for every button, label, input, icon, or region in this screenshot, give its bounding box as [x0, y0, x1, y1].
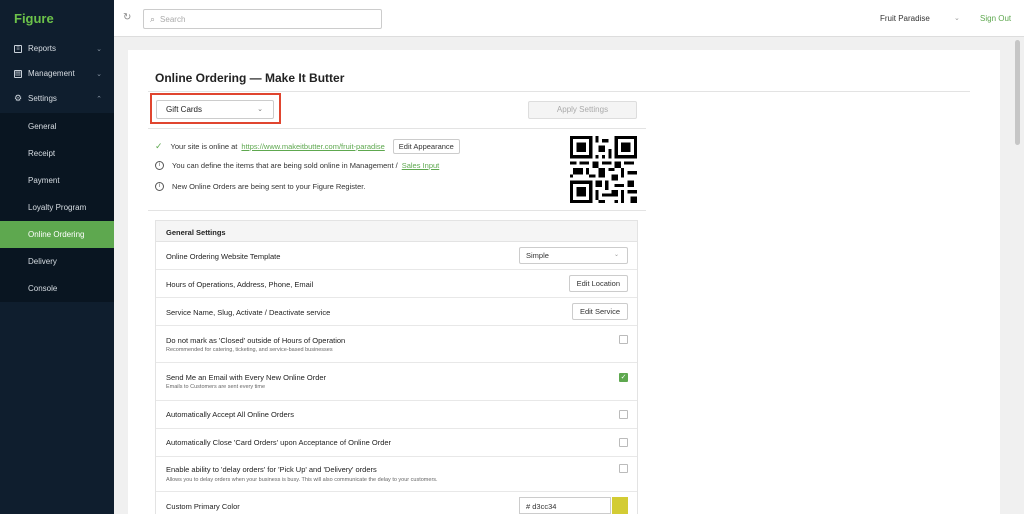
- template-select[interactable]: Simple ⌄: [519, 247, 628, 264]
- color-row: Custom Primary Color # d3cc34: [156, 492, 637, 514]
- sidebar-item-console[interactable]: Console: [0, 275, 114, 302]
- hours-label: Hours of Operations, Address, Phone, Ema…: [166, 280, 314, 289]
- management-icon: ▤: [14, 69, 22, 78]
- orders-sent-text: New Online Orders are being sent to your…: [172, 182, 366, 191]
- email-row: Send Me an Email with Every New Online O…: [156, 363, 637, 401]
- chevron-down-icon: ⌄: [613, 252, 619, 258]
- site-online-text: Your site is online at: [170, 142, 238, 151]
- define-items-text: You can define the items that are being …: [172, 161, 398, 170]
- color-swatch[interactable]: [612, 497, 628, 514]
- auto-accept-label: Automatically Accept All Online Orders: [166, 410, 294, 419]
- service-select-value: Gift Cards: [166, 105, 203, 114]
- info-icon: i: [155, 161, 164, 170]
- search-icon: ⌕: [150, 13, 156, 24]
- sidebar-item-reports[interactable]: ≡ Reports ⌄: [0, 36, 114, 61]
- divider: [148, 91, 970, 92]
- sidebar-item-management[interactable]: ▤ Management ⌄: [0, 61, 114, 86]
- edit-service-button[interactable]: Edit Service: [571, 303, 628, 320]
- sidebar: Figure ≡ Reports ⌄ ▤ Management ⌄ ⚙ Sett…: [0, 0, 114, 514]
- template-select-value: Simple: [526, 251, 549, 260]
- define-items-row: i You can define the items that are bein…: [155, 161, 439, 170]
- scrollbar[interactable]: [1015, 40, 1020, 145]
- orders-sent-row: i New Online Orders are being sent to yo…: [155, 182, 365, 191]
- search-input[interactable]: [160, 14, 361, 24]
- sales-input-link[interactable]: Sales Input: [402, 161, 440, 170]
- general-settings-panel: General Settings Online Ordering Website…: [155, 220, 638, 514]
- gear-icon: ⚙: [14, 92, 23, 103]
- chevron-down-icon: ⌄: [96, 45, 102, 53]
- closed-label: Do not mark as 'Closed' outside of Hours…: [166, 336, 346, 345]
- sidebar-item-online-ordering[interactable]: Online Ordering: [0, 221, 114, 248]
- auto-accept-row: Automatically Accept All Online Orders: [156, 401, 637, 429]
- sidebar-item-loyalty-program[interactable]: Loyalty Program: [0, 194, 114, 221]
- sign-out-link[interactable]: Sign Out: [980, 14, 1011, 23]
- site-online-row: ✓ Your site is online at https://www.mak…: [155, 139, 460, 154]
- qr-code: [570, 136, 637, 203]
- sidebar-item-delivery[interactable]: Delivery: [0, 248, 114, 275]
- chevron-down-icon[interactable]: ⌄: [954, 14, 960, 22]
- store-selector[interactable]: Fruit Paradise: [880, 14, 930, 23]
- check-icon: ✓: [155, 141, 163, 151]
- brand-logo: Figure: [14, 11, 54, 26]
- edit-location-button[interactable]: Edit Location: [568, 275, 628, 292]
- sidebar-item-label: Reports: [28, 44, 57, 53]
- email-checkbox[interactable]: ✓: [619, 373, 628, 382]
- auto-close-row: Automatically Close 'Card Orders' upon A…: [156, 429, 637, 457]
- sidebar-item-payment[interactable]: Payment: [0, 167, 114, 194]
- closed-row: Do not mark as 'Closed' outside of Hours…: [156, 326, 637, 363]
- delay-checkbox[interactable]: [619, 464, 628, 473]
- chevron-down-icon: ⌄: [257, 106, 263, 113]
- closed-sub: Recommended for catering, ticketing, and…: [166, 347, 333, 353]
- site-url-link[interactable]: https://www.makeitbutter.com/fruit-parad…: [241, 142, 384, 151]
- template-label: Online Ordering Website Template: [166, 252, 281, 261]
- delay-label: Enable ability to 'delay orders' for 'Pi…: [166, 465, 377, 474]
- hours-row: Hours of Operations, Address, Phone, Ema…: [156, 270, 637, 298]
- delay-sub: Allows you to delay orders when your bus…: [166, 477, 438, 483]
- auto-accept-checkbox[interactable]: [619, 410, 628, 419]
- auto-close-checkbox[interactable]: [619, 438, 628, 447]
- closed-checkbox[interactable]: [619, 335, 628, 344]
- sidebar-item-label: Settings: [28, 94, 57, 103]
- service-label: Service Name, Slug, Activate / Deactivat…: [166, 308, 331, 317]
- divider: [148, 128, 646, 129]
- template-row: Online Ordering Website Template Simple …: [156, 242, 637, 270]
- color-label: Custom Primary Color: [166, 502, 240, 511]
- email-label: Send Me an Email with Every New Online O…: [166, 373, 327, 382]
- search-box: ⌕: [143, 9, 382, 29]
- info-icon: i: [155, 182, 164, 191]
- sidebar-item-settings[interactable]: ⚙ Settings ⌃: [0, 86, 114, 111]
- service-row: Service Name, Slug, Activate / Deactivat…: [156, 298, 637, 326]
- chevron-up-icon: ⌃: [96, 95, 102, 103]
- auto-close-label: Automatically Close 'Card Orders' upon A…: [166, 438, 392, 447]
- report-icon: ≡: [14, 44, 22, 53]
- sidebar-item-general[interactable]: General: [0, 113, 114, 140]
- divider: [148, 210, 646, 211]
- delay-row: Enable ability to 'delay orders' for 'Pi…: [156, 457, 637, 492]
- sidebar-item-label: Management: [28, 69, 75, 78]
- sidebar-item-receipt[interactable]: Receipt: [0, 140, 114, 167]
- general-settings-header: General Settings: [156, 221, 637, 242]
- edit-appearance-button[interactable]: Edit Appearance: [392, 139, 460, 154]
- chevron-down-icon: ⌄: [96, 70, 102, 78]
- refresh-icon[interactable]: ↻: [123, 12, 131, 23]
- settings-submenu: General Receipt Payment Loyalty Program …: [0, 113, 114, 302]
- main-panel: Online Ordering — Make It Butter Gift Ca…: [128, 50, 1000, 514]
- color-input[interactable]: # d3cc34: [519, 497, 611, 514]
- topbar: ↻ ⌕ Fruit Paradise ⌄ Sign Out: [114, 0, 1024, 37]
- email-sub: Emails to Customers are sent every time: [166, 384, 266, 390]
- service-select[interactable]: Gift Cards ⌄: [156, 100, 274, 119]
- page-title: Online Ordering — Make It Butter: [155, 71, 345, 85]
- apply-settings-button[interactable]: Apply Settings: [528, 101, 637, 119]
